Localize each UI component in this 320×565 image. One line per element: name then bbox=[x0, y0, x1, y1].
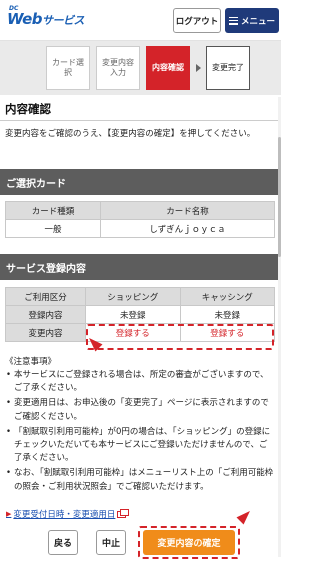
cancel-button[interactable]: 中止 bbox=[96, 530, 126, 555]
col-usage-type: ご利用区分 bbox=[5, 287, 86, 306]
note-item: 変更適用日は、お申込後の「変更完了」ページに表示されますのでご確認ください。 bbox=[5, 397, 275, 423]
logout-button[interactable]: ログアウト bbox=[173, 8, 221, 33]
card-type-value: 一般 bbox=[5, 219, 101, 238]
back-button[interactable]: 戻る bbox=[48, 530, 78, 555]
section-service-registration: サービス登録内容 bbox=[0, 254, 281, 280]
notes-title: 《注意事項》 bbox=[5, 357, 57, 367]
col-cashing: キャッシング bbox=[179, 287, 275, 306]
arrow-icon bbox=[236, 507, 254, 525]
card-name-value: しずぎんｊｏｙｃａ bbox=[100, 219, 275, 238]
page-title: 内容確認 bbox=[5, 102, 51, 116]
hamburger-icon bbox=[228, 16, 238, 25]
logo[interactable]: DC Webサービス bbox=[7, 5, 87, 33]
cashing-current-value: 未登録 bbox=[179, 305, 275, 324]
card-table: カード種類 カード名称 一般 しずぎんｊｏｙｃａ bbox=[5, 201, 275, 238]
row-label-current: 登録内容 bbox=[5, 305, 86, 324]
step-complete: 変更完了 bbox=[206, 46, 250, 90]
step-confirm: 内容確認 bbox=[146, 46, 190, 90]
col-card-type: カード種類 bbox=[5, 201, 101, 220]
shopping-current-value: 未登録 bbox=[85, 305, 181, 324]
change-highlight-box bbox=[86, 324, 274, 350]
divider bbox=[0, 120, 281, 121]
row-label-change: 変更内容 bbox=[5, 323, 86, 342]
section-selected-card: ご選択カード bbox=[0, 169, 281, 195]
menu-label: メニュー bbox=[240, 16, 275, 27]
app-header: DC Webサービス ログアウト メニュー bbox=[0, 0, 281, 41]
intro-text: 変更内容をご確認のうえ、【変更内容の確定】を押してください。 bbox=[5, 129, 256, 139]
step-change-input: 変更内容入力 bbox=[96, 46, 140, 90]
history-link[interactable]: ▶ 変更受付日時・変更適用日 bbox=[6, 508, 130, 520]
scrollbar[interactable] bbox=[278, 97, 281, 557]
col-card-name: カード名称 bbox=[100, 201, 275, 220]
triangle-right-icon: ▶ bbox=[6, 510, 12, 518]
col-shopping: ショッピング bbox=[85, 287, 181, 306]
notes-list: 本サービスにご登録される場合は、所定の審査がございますので、ご了承ください。 変… bbox=[5, 369, 275, 496]
history-link-label: 変更受付日時・変更適用日 bbox=[13, 510, 116, 520]
scrollbar-thumb[interactable] bbox=[278, 137, 281, 257]
confirm-changes-button[interactable]: 変更内容の確定 bbox=[143, 530, 235, 555]
menu-button[interactable]: メニュー bbox=[225, 8, 279, 33]
popup-window-icon bbox=[117, 508, 130, 518]
note-item: 「割賦取引利用可能枠」が0円の場合は、「ショッピング」の登録にチェックいただいて… bbox=[5, 426, 275, 466]
step-arrow-icon bbox=[196, 64, 201, 72]
note-item: 本サービスにご登録される場合は、所定の審査がございますので、ご了承ください。 bbox=[5, 369, 275, 395]
step-bar: カード選択 変更内容入力 内容確認 変更完了 bbox=[0, 41, 281, 95]
note-item: なお、「割賦取引利用可能枠」はメニューリスト上の「ご利用可能枠の照会・ご利用状況… bbox=[5, 467, 275, 493]
step-card-select: カード選択 bbox=[46, 46, 90, 90]
logo-main: Webサービス bbox=[7, 10, 85, 28]
